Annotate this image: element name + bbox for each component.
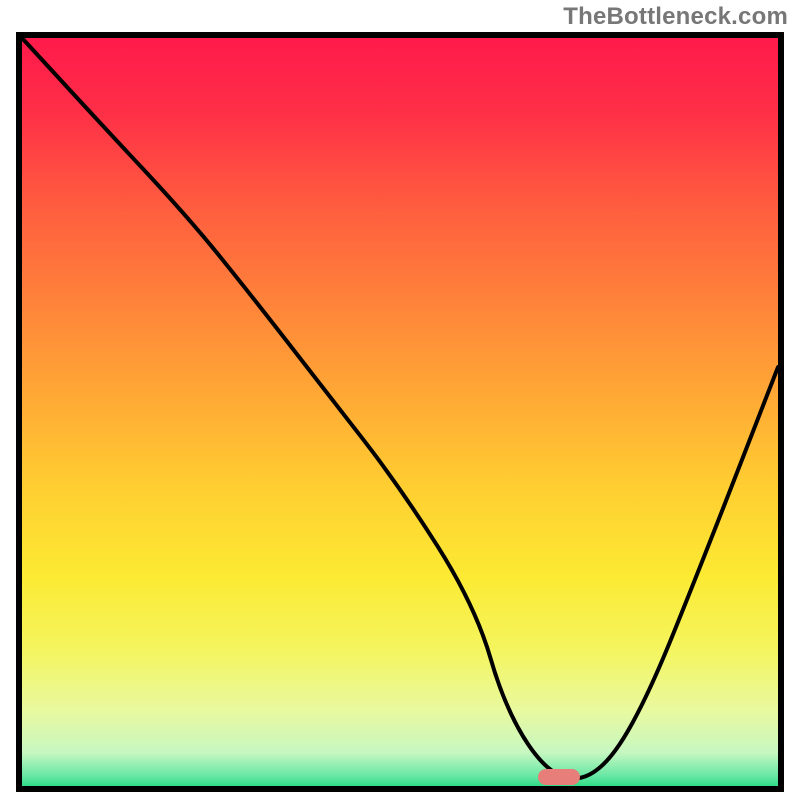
gradient-background	[22, 38, 778, 786]
bottleneck-chart	[22, 38, 778, 786]
watermark-text: TheBottleneck.com	[563, 3, 788, 31]
plot-frame	[16, 32, 784, 792]
optimal-marker	[538, 769, 580, 785]
